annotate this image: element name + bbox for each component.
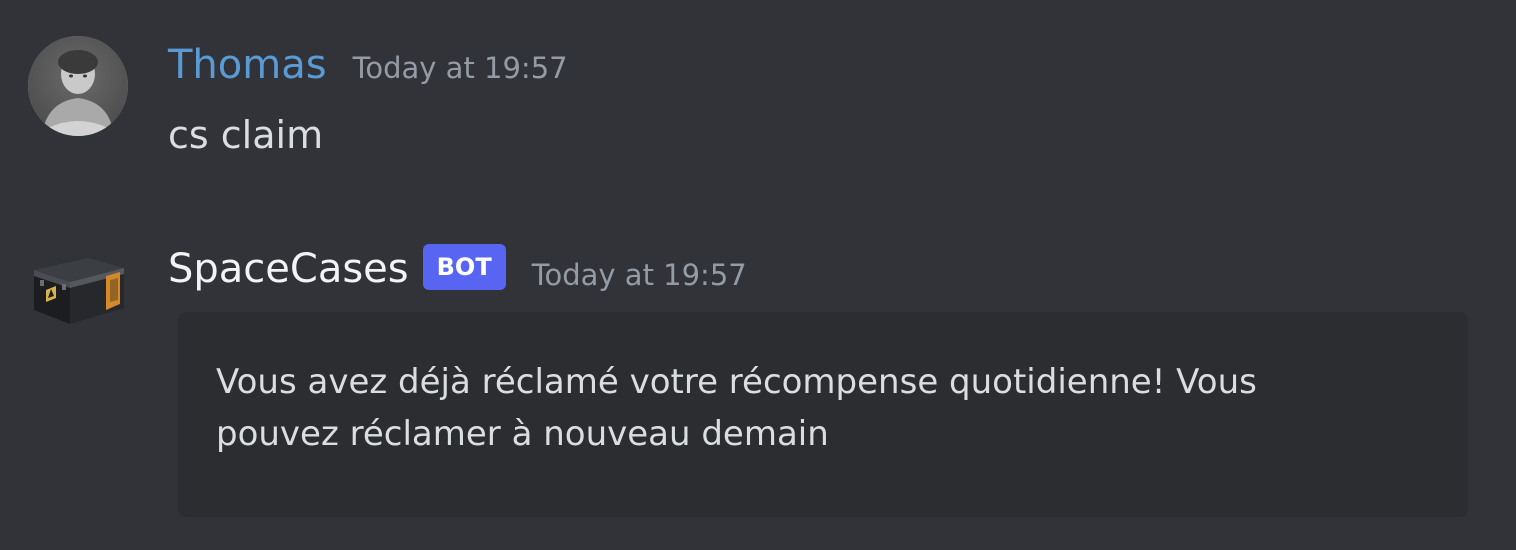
username[interactable]: SpaceCases <box>168 242 409 296</box>
timestamp[interactable]: Today at 19:57 <box>532 248 747 302</box>
avatar[interactable] <box>28 236 128 336</box>
message-header: SpaceCases BOT Today at 19:57 <box>168 242 747 296</box>
bot-badge: BOT <box>422 244 506 290</box>
message-header: Thomas Today at 19:57 <box>168 38 568 92</box>
weapon-case-icon <box>34 258 124 324</box>
avatar[interactable] <box>28 36 128 136</box>
user-photo-avatar <box>28 36 128 136</box>
message-thomas: Thomas Today at 19:57 cs claim <box>0 0 1516 200</box>
embed-description: Vous avez déjà réclamé votre récompense … <box>216 362 1257 454</box>
message-content: cs claim <box>168 113 324 157</box>
message-spacecases: SpaceCases BOT Today at 19:57 Vous avez … <box>0 220 1516 550</box>
bot-embed: Vous avez déjà réclamé votre récompense … <box>178 312 1468 517</box>
timestamp[interactable]: Today at 19:57 <box>353 41 568 95</box>
chat-messages: Thomas Today at 19:57 cs claim SpaceCase… <box>0 0 1516 550</box>
username[interactable]: Thomas <box>168 38 327 92</box>
